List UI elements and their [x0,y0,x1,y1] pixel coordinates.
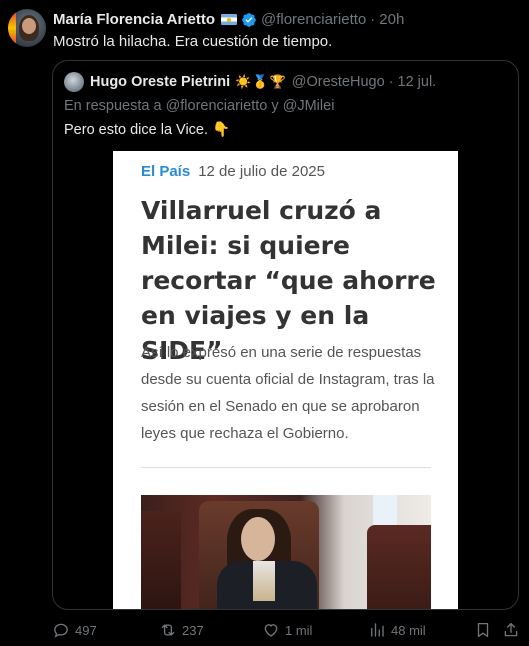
quoted-tweet[interactable]: Hugo Oreste Pietrini ☀️🥇🏆 @OresteHugo · … [52,60,519,610]
quote-text: Pero esto dice la Vice. 👇 [64,122,231,138]
tweet-time[interactable]: 20h [379,11,404,28]
quote-author-avatar[interactable] [64,72,84,92]
quote-author-emojis: ☀️🥇🏆 [235,74,287,89]
retweet-icon [161,624,175,636]
views-count: 48 mil [391,622,426,638]
separator-dot: · [370,11,376,28]
reply-count: 497 [75,622,97,638]
views-button[interactable]: 48 mil [368,621,426,639]
reply-icon [54,623,68,638]
bookmark-button[interactable] [474,621,497,639]
tweet[interactable]: María Florencia Arietto @florenciarietto… [0,0,529,646]
author-avatar[interactable] [8,9,46,47]
retweet-button[interactable]: 237 [159,621,204,639]
quote-author-handle[interactable]: @OresteHugo [292,74,385,90]
article-photo [141,495,431,609]
reply-button[interactable]: 497 [52,621,97,639]
retweet-count: 237 [182,622,204,638]
tweet-text: Mostró la hilacha. Era cuestión de tiemp… [53,33,333,50]
action-bar: 497 237 1 mil 48 mil [52,621,522,641]
like-button[interactable]: 1 mil [262,621,312,639]
article-publication: El País [141,163,191,180]
views-icon [371,623,384,637]
like-count: 1 mil [285,622,313,638]
quote-author-name[interactable]: Hugo Oreste Pietrini [90,74,230,90]
tweet-header: María Florencia Arietto @florenciarietto… [53,11,404,28]
like-icon [264,624,278,637]
share-button[interactable] [502,621,525,639]
bookmark-icon [477,622,489,638]
quote-separator-dot: · [388,74,394,90]
author-handle[interactable]: @florenciarietto [261,11,366,28]
verified-badge-icon [241,12,257,28]
article-screenshot-image[interactable]: El País 12 de julio de 2025 Villarruel cr… [113,151,458,609]
share-icon [504,622,518,637]
article-lede: Así lo expresó en una serie de respuesta… [141,344,435,442]
article-date: 12 de julio de 2025 [198,163,325,180]
quote-time[interactable]: 12 jul. [398,74,437,90]
quote-header: Hugo Oreste Pietrini ☀️🥇🏆 @OresteHugo · … [64,72,436,92]
argentina-flag-icon [220,14,237,25]
article-divider [141,467,431,468]
author-name[interactable]: María Florencia Arietto [53,11,215,28]
article-source: El País 12 de julio de 2025 [141,163,325,180]
reply-context: En respuesta a @florenciarietto y @JMile… [64,98,335,114]
